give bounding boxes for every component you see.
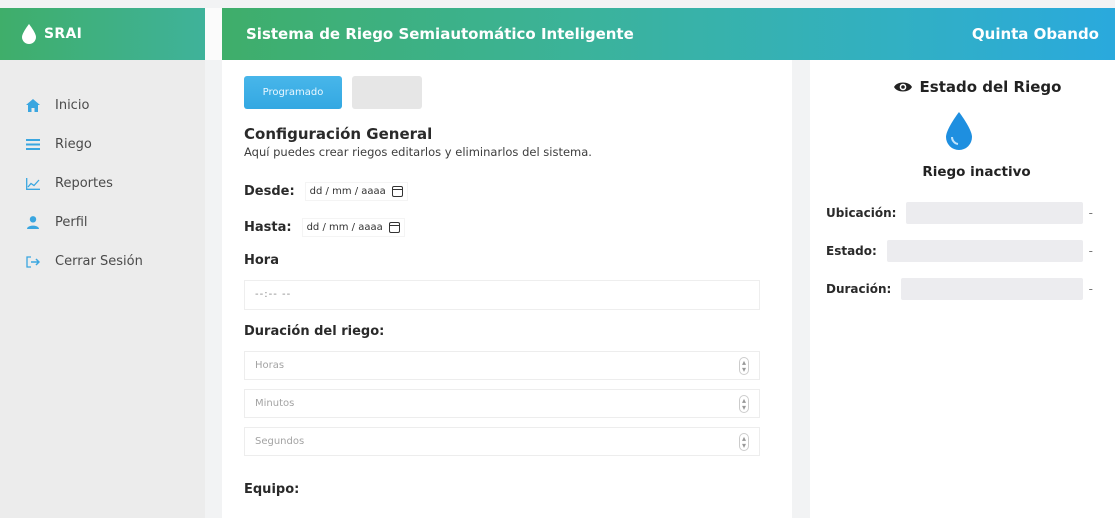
estado-label: Estado: (826, 244, 877, 258)
water-drop-icon (22, 24, 36, 44)
duracion-status-label: Duración: (826, 282, 892, 296)
tab-programado[interactable]: Programado (244, 76, 342, 109)
stepper-icon[interactable]: ▴ ▾ (738, 432, 749, 451)
desde-date-input[interactable]: dd / mm / aaaa (304, 181, 408, 201)
minutos-input[interactable]: Minutos ▴ ▾ (244, 389, 760, 418)
estado-value: - (1088, 244, 1093, 258)
irrigation-state-text: Riego inactivo (922, 164, 1031, 180)
desde-date-value: dd / mm / aaaa (309, 185, 386, 197)
status-title: Estado del Riego (919, 78, 1062, 96)
brand-name: SRAI (44, 26, 83, 42)
horas-placeholder: Horas (255, 360, 285, 371)
user-icon (25, 215, 41, 231)
tab-secondary[interactable] (352, 76, 422, 109)
hasta-label: Hasta: (244, 219, 292, 235)
minutos-placeholder: Minutos (255, 398, 295, 409)
home-icon (25, 98, 41, 114)
stepper-icon[interactable]: ▴ ▾ (738, 394, 749, 413)
irrigation-form-panel: Programado Configuración General Aquí pu… (222, 60, 792, 518)
list-icon (25, 137, 41, 153)
hora-time-input[interactable]: --:-- -- (244, 280, 760, 310)
hasta-date-input[interactable]: dd / mm / aaaa (301, 217, 405, 237)
water-drop-icon (946, 112, 972, 150)
status-details: Ubicación: - Estado: - Duración: - (810, 194, 1115, 308)
sidebar-item-perfil[interactable]: Perfil (0, 203, 205, 242)
page-title: Sistema de Riego Semiautomático Intelige… (246, 25, 634, 43)
logout-icon (25, 254, 41, 270)
hora-label: Hora (244, 253, 279, 268)
section-subtitle: Aquí puedes crear riegos editarlos y eli… (244, 145, 592, 159)
top-header: Sistema de Riego Semiautomático Intelige… (222, 8, 1115, 60)
ubicacion-value: - (1088, 206, 1093, 220)
duration-inputs: Horas ▴ ▾ Minutos ▴ ▾ Segundos ▴ ▾ (244, 351, 770, 456)
sidebar-item-inicio[interactable]: Inicio (0, 86, 205, 125)
sidebar-item-label: Riego (55, 137, 92, 152)
eye-icon (893, 82, 912, 92)
segundos-placeholder: Segundos (255, 436, 305, 447)
desde-row: Desde: dd / mm / aaaa (244, 179, 770, 203)
hasta-date-value: dd / mm / aaaa (306, 221, 383, 233)
ubicacion-row: Ubicación: - (810, 194, 1115, 232)
sidebar-item-reportes[interactable]: Reportes (0, 164, 205, 203)
sidebar-item-label: Reportes (55, 176, 113, 191)
section-title: Configuración General (244, 125, 433, 143)
estado-row: Estado: - (810, 232, 1115, 270)
sidebar-item-label: Perfil (55, 215, 88, 230)
sidebar: Inicio Riego Reportes Perfil Cerrar Sesi… (0, 60, 205, 518)
horas-input[interactable]: Horas ▴ ▾ (244, 351, 760, 380)
calendar-icon[interactable] (391, 185, 403, 197)
sidebar-item-riego[interactable]: Riego (0, 125, 205, 164)
ubicacion-label: Ubicación: (826, 206, 897, 220)
redacted-value (886, 240, 1083, 262)
sidebar-item-label: Cerrar Sesión (55, 254, 143, 269)
calendar-icon[interactable] (388, 221, 400, 233)
segundos-input[interactable]: Segundos ▴ ▾ (244, 427, 760, 456)
sidebar-item-label: Inicio (55, 98, 90, 113)
hasta-row: Hasta: dd / mm / aaaa (244, 215, 770, 239)
stepper-icon[interactable]: ▴ ▾ (738, 356, 749, 375)
status-header: Estado del Riego (840, 78, 1115, 96)
duracion-row: Duración: - (810, 270, 1115, 308)
header-divider (205, 8, 222, 60)
desde-label: Desde: (244, 183, 295, 199)
form-tabs: Programado (244, 76, 770, 109)
user-name[interactable]: Quinta Obando (972, 25, 1099, 43)
duracion-value: - (1088, 282, 1093, 296)
irrigation-status-panel: Estado del Riego Riego inactivo Ubicació… (810, 60, 1115, 518)
chart-icon (25, 176, 41, 192)
redacted-value (906, 202, 1083, 224)
brand-logo[interactable]: SRAI (0, 8, 205, 60)
sidebar-item-cerrar-sesion[interactable]: Cerrar Sesión (0, 242, 205, 281)
equipo-label: Equipo: (244, 482, 300, 497)
redacted-value (901, 278, 1083, 300)
duracion-label: Duración del riego: (244, 324, 385, 339)
